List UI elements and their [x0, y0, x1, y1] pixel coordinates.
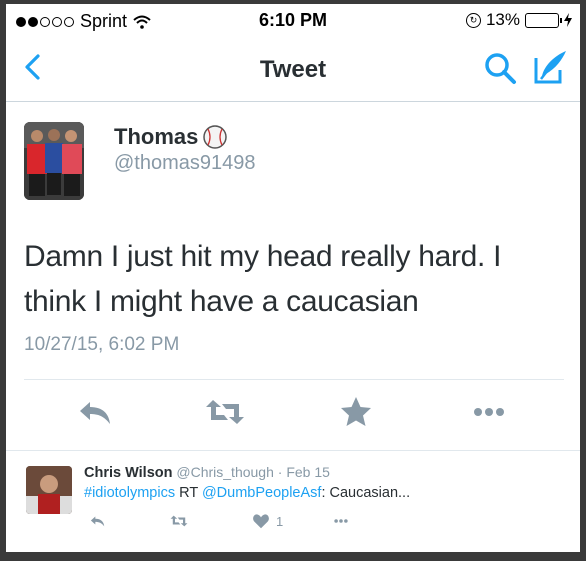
reply-author-name[interactable]: Chris Wilson	[84, 465, 173, 481]
reply-avatar[interactable]	[26, 466, 72, 514]
reply-icon[interactable]	[76, 394, 116, 430]
retweet-icon[interactable]	[204, 394, 246, 430]
phone-screen: Sprint 6:10 PM ↻ 13% Tweet Thomas @thoma…	[6, 4, 580, 552]
reply-icon	[90, 516, 105, 527]
reply-body: : Caucasian...	[321, 485, 411, 501]
author-handle[interactable]: @thomas91498	[114, 152, 256, 175]
reply-actions: 1	[84, 512, 384, 532]
reply-more-button[interactable]	[330, 512, 352, 530]
author-name[interactable]: Thomas	[114, 124, 198, 150]
more-icon	[334, 519, 348, 523]
more-icon[interactable]	[469, 394, 509, 430]
reply-text: #idiotolympics RT @DumbPeopleAsf: Caucas…	[84, 485, 410, 501]
divider	[24, 379, 564, 380]
hashtag-link[interactable]: #idiotolympics	[84, 485, 175, 501]
avatar-photo	[24, 122, 84, 200]
charging-bolt-icon	[564, 13, 572, 27]
reply-reply-button[interactable]	[88, 512, 108, 530]
status-bar: Sprint 6:10 PM ↻ 13%	[6, 4, 580, 36]
divider	[6, 450, 580, 451]
avatar[interactable]	[24, 122, 84, 200]
rotation-lock-icon: ↻	[465, 12, 481, 28]
reply-like-button[interactable]: 1	[252, 512, 283, 530]
mention-link[interactable]: @DumbPeopleAsf	[202, 485, 322, 501]
reply-retweet-button[interactable]	[168, 512, 190, 530]
tweet-text: Damn I just hit my head really hard. I t…	[24, 240, 502, 318]
battery-icon	[525, 12, 562, 28]
reply-author-handle[interactable]: @Chris_though	[176, 464, 274, 480]
like-star-icon[interactable]	[336, 394, 376, 430]
reply-separator: ·	[273, 464, 287, 480]
retweet-icon	[170, 515, 188, 527]
search-icon[interactable]	[482, 50, 518, 86]
baseball-icon	[203, 125, 228, 149]
reply-header: Chris Wilson @Chris_though · Feb 15	[84, 464, 330, 481]
compose-icon[interactable]	[532, 48, 570, 86]
author-name-row: Thomas	[114, 124, 228, 150]
reply-date: Feb 15	[286, 464, 330, 480]
battery-percent: 13%	[485, 10, 520, 29]
heart-icon	[253, 514, 269, 529]
tweet-timestamp: 10/27/15, 6:02 PM	[24, 334, 180, 355]
like-count: 1	[276, 513, 284, 529]
rt-label: RT	[175, 485, 202, 501]
status-right: ↻ 13%	[465, 10, 572, 30]
tweet-actions	[6, 394, 580, 434]
nav-bar: Tweet	[6, 36, 580, 102]
reply-avatar-photo	[26, 466, 72, 514]
